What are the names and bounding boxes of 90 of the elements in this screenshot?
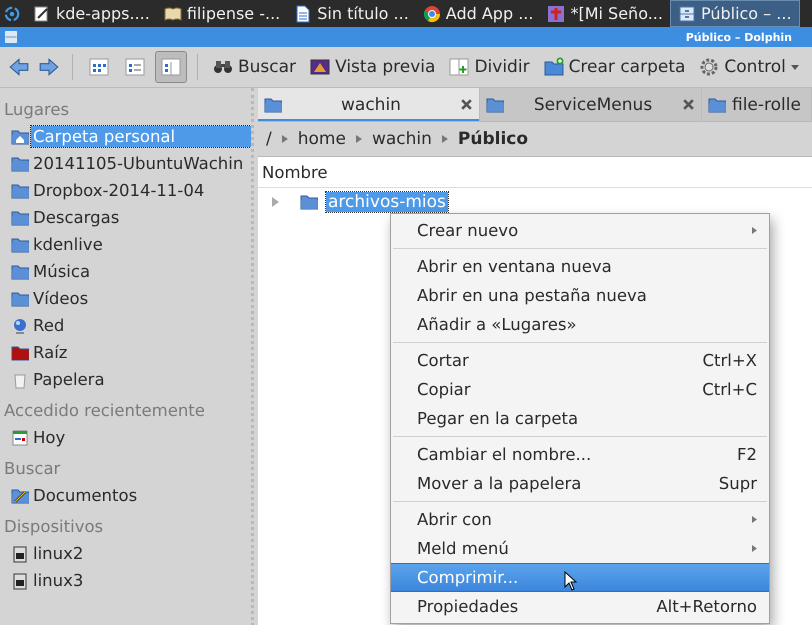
menu-item[interactable]: Pegar en la carpeta (391, 404, 769, 433)
section-heading: Buscar (4, 458, 62, 480)
section-heading: Lugares (4, 99, 70, 121)
launcher-icon[interactable] (4, 6, 20, 22)
view-mode-button[interactable] (155, 51, 187, 83)
window-title: Público – Dolphin (686, 30, 793, 44)
folder-icon (11, 290, 29, 308)
toolbar-button[interactable]: Buscar (208, 53, 302, 81)
toolbar-button[interactable]: Crear carpeta (538, 53, 690, 81)
taskbar-task[interactable]: filipense -... (156, 0, 288, 27)
place-item[interactable]: linux3 (4, 567, 251, 594)
taskbar-task[interactable]: Público – ... (670, 0, 800, 27)
breadcrumb-item[interactable]: / (264, 129, 274, 149)
menu-item[interactable]: Cambiar el nombre... F2 (391, 440, 769, 469)
grid-icon (89, 57, 109, 77)
home-folder-icon (11, 128, 29, 146)
book-icon (164, 4, 182, 22)
toolbar-button[interactable]: Vista previa (305, 53, 440, 81)
place-item[interactable]: Hoy (4, 424, 251, 451)
place-item[interactable]: 20141105-UbuntuWachin (4, 150, 251, 177)
menu-item[interactable]: Copiar Ctrl+C (391, 375, 769, 404)
gear-icon (699, 57, 720, 77)
split-view-icon (449, 57, 470, 77)
picture-icon (310, 57, 330, 77)
picture-icon (547, 4, 566, 22)
toolbar-button[interactable]: Control (694, 53, 804, 81)
menu-item[interactable]: Añadir a «Lugares» (391, 310, 769, 339)
taskbar-task[interactable]: *[Mi Seño... (540, 0, 670, 27)
caret-icon (790, 64, 799, 70)
drive-icon (11, 544, 29, 562)
column-header[interactable]: Nombre (262, 162, 328, 182)
taskbar-task[interactable]: Add App ... (416, 0, 540, 27)
place-item[interactable]: Documentos (4, 482, 251, 509)
columns-icon (161, 57, 181, 77)
folder-pencil-icon (11, 486, 29, 504)
close-icon[interactable] (682, 98, 695, 111)
place-item[interactable]: Descargas (4, 204, 251, 231)
document-icon (294, 4, 312, 22)
cabinet-icon (678, 4, 696, 22)
menu-item[interactable]: Crear nuevo (391, 216, 769, 245)
list-icon (125, 57, 145, 77)
folder-icon (11, 236, 29, 254)
menu-item[interactable]: Meld menú (391, 534, 769, 563)
place-item[interactable]: Papelera (4, 366, 251, 393)
toolbar-button[interactable]: Dividir (444, 53, 535, 81)
folder-icon (300, 193, 318, 211)
calendar-icon (11, 428, 29, 446)
new-folder-icon (544, 57, 564, 77)
arrow-icon (356, 135, 362, 143)
breadcrumb-item[interactable]: Público (456, 129, 530, 149)
folder-icon (264, 96, 282, 114)
browser-icon (422, 4, 441, 22)
place-item[interactable]: kdenlive (4, 231, 251, 258)
place-item[interactable]: linux2 (4, 540, 251, 567)
drive-icon (11, 572, 29, 590)
close-icon[interactable] (460, 98, 473, 111)
menu-item[interactable]: Propiedades Alt+Retorno (391, 592, 769, 621)
globe-icon (11, 316, 29, 334)
folder-icon (11, 182, 29, 200)
tab[interactable]: wachin (258, 88, 480, 121)
folder-icon (11, 154, 29, 172)
folder-icon (11, 344, 29, 362)
left-arrow-icon (8, 56, 30, 78)
right-arrow-icon (38, 56, 60, 78)
menu-item[interactable]: Cortar Ctrl+X (391, 346, 769, 375)
folder-icon (486, 96, 504, 114)
arrow-icon (442, 135, 448, 143)
menu-item[interactable]: Abrir en una pestaña nueva (391, 281, 769, 310)
cabinet-icon (4, 30, 18, 44)
breadcrumb-item[interactable]: home (296, 129, 348, 149)
place-item[interactable]: Vídeos (4, 285, 251, 312)
menu-item[interactable]: Abrir en ventana nueva (391, 252, 769, 281)
tab[interactable]: file-rolle (702, 88, 812, 121)
arrow-icon (282, 135, 288, 143)
place-item[interactable]: Raíz (4, 339, 251, 366)
menu-item[interactable]: Mover a la papelera Supr (391, 469, 769, 498)
menu-item[interactable]: Abrir con (391, 505, 769, 534)
section-heading: Dispositivos (4, 516, 104, 538)
place-item[interactable]: Dropbox-2014-11-04 (4, 177, 251, 204)
place-item[interactable]: Música (4, 258, 251, 285)
folder-icon (11, 208, 29, 226)
tab[interactable]: ServiceMenus (480, 88, 702, 121)
taskbar-task[interactable]: Sin título ... (287, 0, 416, 27)
mouse-pointer-icon (564, 571, 578, 591)
breadcrumb-item[interactable]: wachin (370, 129, 434, 149)
place-item[interactable]: Red (4, 312, 251, 339)
taskbar-task[interactable]: kde-apps.... (26, 0, 157, 27)
folder-icon (11, 262, 29, 280)
section-heading: Accedido recientemente (4, 400, 206, 422)
folder-icon (708, 96, 726, 114)
